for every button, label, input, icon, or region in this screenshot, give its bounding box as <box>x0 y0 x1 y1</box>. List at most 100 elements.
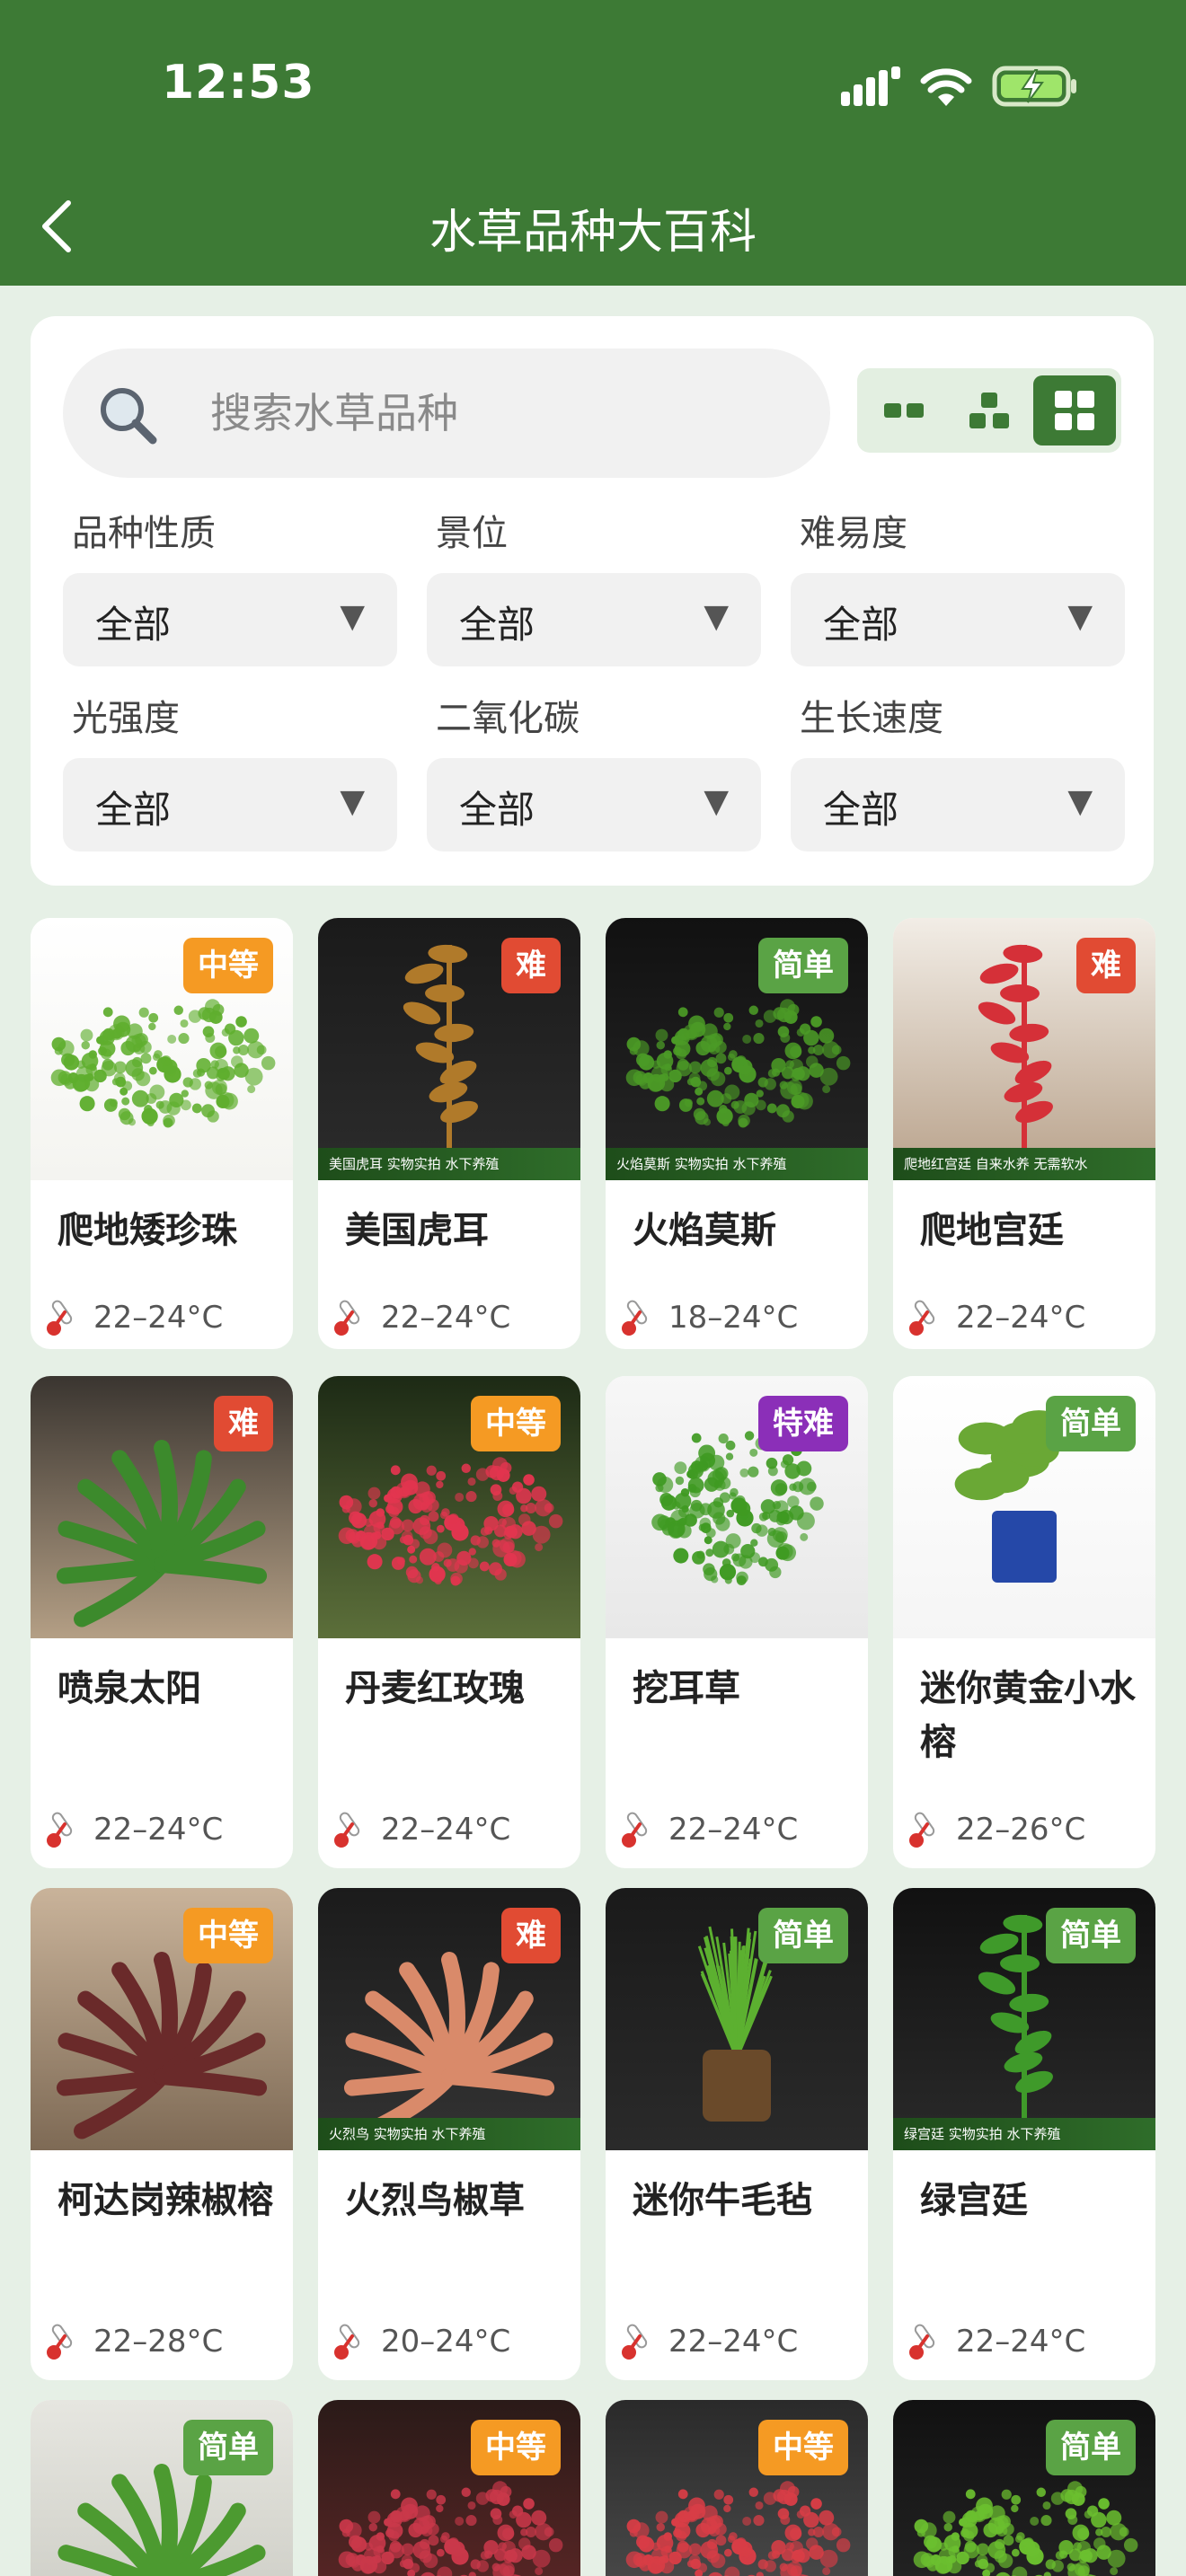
filter-panel: 品种性质 全部 ▼ 景位 全部 ▼ 难易度 全部 ▼ 光强度 全部 ▼ 二氧化碳… <box>31 316 1154 886</box>
filter-value: 全部 <box>823 603 899 647</box>
plant-photo: 中等 <box>31 918 293 1180</box>
plant-photo: 难 <box>31 1376 293 1638</box>
difficulty-badge: 特难 <box>758 1396 848 1451</box>
plant-card[interactable]: 中等 爬地矮珍珠 22–24°C <box>31 918 293 1349</box>
difficulty-badge: 简单 <box>758 938 848 993</box>
cellular-signal-icon <box>841 66 900 106</box>
thermometer-icon <box>622 1300 648 1336</box>
filter-label: 品种性质 <box>72 513 216 554</box>
temperature-value: 22–28°C <box>93 2324 224 2360</box>
plant-card[interactable]: 难喷泉太阳 22–24°C <box>31 1376 293 1868</box>
difficulty-badge: 难 <box>214 1396 273 1451</box>
plant-card[interactable]: 中等柯达岗辣椒榕 22–28°C <box>31 1888 293 2380</box>
plant-name: 柯达岗辣椒榕 <box>58 2180 273 2221</box>
plant-name: 喷泉太阳 <box>58 1668 201 1709</box>
plant-card[interactable]: 简单迷你牛毛毡 22–24°C <box>606 1888 868 2380</box>
thermometer-icon <box>622 1812 648 1848</box>
plant-card[interactable]: 中等 <box>318 2400 580 2576</box>
plant-card[interactable]: 火烈鸟 实物实拍 水下养殖 难火烈鸟椒草 20–24°C <box>318 1888 580 2380</box>
difficulty-badge: 中等 <box>471 1396 561 1451</box>
dropdown-arrow-icon: ▼ <box>1067 598 1093 635</box>
filter-select[interactable]: 全部 ▼ <box>791 573 1125 666</box>
plant-photo: 简单 <box>893 1376 1155 1638</box>
filter-growth-speed: 生长速度 全部 ▼ <box>791 693 1125 851</box>
plant-card[interactable]: 爬地红宫廷 自来水养 无需软水 难爬地宫廷 22–24°C <box>893 918 1155 1349</box>
filter-value: 全部 <box>823 788 899 832</box>
difficulty-badge: 难 <box>501 1908 561 1963</box>
filter-value: 全部 <box>95 603 172 647</box>
difficulty-badge: 难 <box>1076 938 1136 993</box>
difficulty-badge: 中等 <box>183 1908 273 1963</box>
plant-card[interactable]: 特难 挖耳草 22–24°C <box>606 1376 868 1868</box>
app-header: 12:53 水草品种大百科 <box>0 0 1186 286</box>
view-large-button[interactable] <box>863 375 945 446</box>
temperature-value: 22–26°C <box>956 1812 1086 1848</box>
dropdown-arrow-icon: ▼ <box>704 783 729 820</box>
plant-card[interactable]: 中等 丹麦红玫瑰 22–24°C <box>318 1376 580 1868</box>
filter-select[interactable]: 全部 ▼ <box>427 573 761 666</box>
filter-label: 光强度 <box>72 698 180 739</box>
thermometer-icon <box>622 2324 648 2360</box>
plant-photo: 火焰莫斯 实物实拍 水下养殖 简单 <box>606 918 868 1180</box>
temperature-range: 22–24°C <box>618 2319 798 2364</box>
plant-name: 美国虎耳 <box>345 1210 489 1251</box>
thermometer-icon <box>909 1812 935 1848</box>
plant-photo: 简单 <box>31 2400 293 2576</box>
view-mode-toggle <box>857 368 1121 453</box>
thermometer-icon <box>334 1812 360 1848</box>
temperature-value: 22–24°C <box>668 1812 799 1848</box>
plant-photo: 爬地红宫廷 自来水养 无需软水 难 <box>893 918 1155 1180</box>
temperature-range: 22–24°C <box>43 1807 223 1852</box>
view-small-button[interactable] <box>1033 375 1116 446</box>
filter-co2: 二氧化碳 全部 ▼ <box>427 693 761 851</box>
difficulty-badge: 简单 <box>1046 1908 1136 1963</box>
filter-label: 景位 <box>436 513 508 554</box>
temperature-range: 22–24°C <box>906 2319 1085 2364</box>
filter-label: 二氧化碳 <box>436 698 580 739</box>
filter-select[interactable]: 全部 ▼ <box>63 758 397 851</box>
temperature-range: 22–24°C <box>43 1295 223 1340</box>
plant-card[interactable]: 简单 迷你黄金小水榕 22–26°C <box>893 1376 1155 1868</box>
plant-name: 爬地宫廷 <box>920 1210 1064 1251</box>
temperature-range: 22–24°C <box>906 1295 1085 1340</box>
two-column-grid-icon <box>884 403 924 418</box>
dropdown-arrow-icon: ▼ <box>1067 783 1093 820</box>
plant-card[interactable]: 绿宫廷 实物实拍 水下养殖 简单 绿宫廷 22–24°C <box>893 1888 1155 2380</box>
temperature-range: 22–24°C <box>331 1295 510 1340</box>
plant-name: 火焰莫斯 <box>633 1210 776 1251</box>
temperature-value: 22–24°C <box>381 1812 511 1848</box>
search-icon <box>101 388 157 445</box>
three-block-grid-icon <box>969 393 1009 428</box>
difficulty-badge: 难 <box>501 938 561 993</box>
thermometer-icon <box>909 2324 935 2360</box>
plant-photo: 绿宫廷 实物实拍 水下养殖 简单 <box>893 1888 1155 2150</box>
four-block-grid-icon <box>1055 391 1094 430</box>
plant-card[interactable]: 火焰莫斯 实物实拍 水下养殖 简单火焰莫斯 18–24°C <box>606 918 868 1349</box>
status-time: 12:53 <box>162 56 315 110</box>
view-medium-button[interactable] <box>948 375 1031 446</box>
plant-photo: 简单 <box>606 1888 868 2150</box>
plant-name: 迷你牛毛毡 <box>633 2180 812 2221</box>
filter-label: 生长速度 <box>800 698 943 739</box>
filter-select[interactable]: 全部 ▼ <box>63 573 397 666</box>
filter-value: 全部 <box>95 788 172 832</box>
filter-select[interactable]: 全部 ▼ <box>791 758 1125 851</box>
plant-photo: 中等 <box>318 1376 580 1638</box>
photo-caption: 美国虎耳 实物实拍 水下养殖 <box>318 1148 580 1180</box>
temperature-value: 22–24°C <box>668 2324 799 2360</box>
plant-card[interactable]: 简单 <box>31 2400 293 2576</box>
plant-card[interactable]: 美国虎耳 实物实拍 水下养殖 难美国虎耳 22–24°C <box>318 918 580 1349</box>
temperature-value: 18–24°C <box>668 1300 799 1336</box>
search-input[interactable] <box>210 348 803 478</box>
filter-difficulty: 难易度 全部 ▼ <box>791 508 1125 666</box>
thermometer-icon <box>334 2324 360 2360</box>
dropdown-arrow-icon: ▼ <box>704 598 729 635</box>
search-bar[interactable] <box>63 348 830 478</box>
plant-card[interactable]: 中等 <box>606 2400 868 2576</box>
plant-card[interactable]: 简单 <box>893 2400 1155 2576</box>
difficulty-badge: 简单 <box>758 1908 848 1963</box>
difficulty-badge: 简单 <box>1046 1396 1136 1451</box>
difficulty-badge: 简单 <box>1046 2420 1136 2475</box>
filter-select[interactable]: 全部 ▼ <box>427 758 761 851</box>
temperature-value: 22–24°C <box>956 1300 1086 1336</box>
